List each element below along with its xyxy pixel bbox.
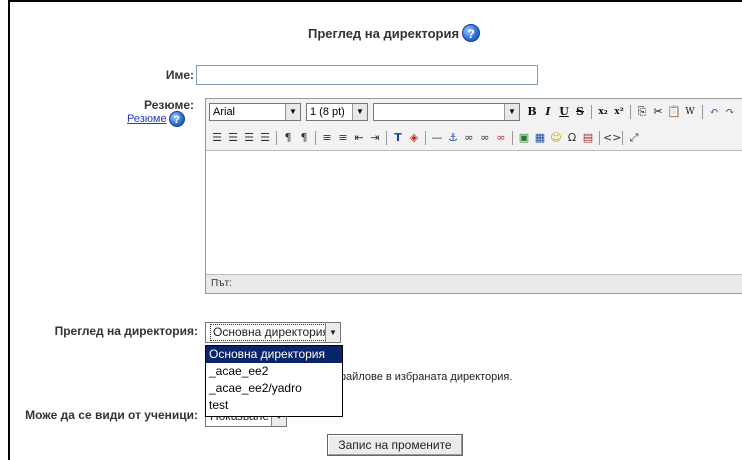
editor-content-area[interactable] xyxy=(206,152,742,272)
image-icon[interactable]: ▣ xyxy=(516,129,532,147)
help-icon[interactable]: ? xyxy=(462,24,481,42)
dropdown-option[interactable]: test xyxy=(206,397,342,414)
page-title-text: Преглед на директория xyxy=(308,25,460,41)
directory-hint: файлове в избраната директория. xyxy=(337,371,513,383)
strikethrough-icon[interactable]: S xyxy=(572,103,588,121)
indent-icon[interactable]: ⇥ xyxy=(367,129,383,147)
chevron-down-icon: ▼ xyxy=(504,104,519,120)
editor-toolbar-row2: ☰ ☰ ☰ ☰ ¶ ¶ ≡ ≡ ⇤ ⇥ T ◈ — ⚓ ∞ ∞ ∞ ▣ ▦ ☺ … xyxy=(206,125,742,151)
directory-dropdown-list: Основна директория _acae_ee2 _acae_ee2/y… xyxy=(205,345,343,417)
visible-label: Може да се види от ученици: xyxy=(25,408,198,422)
dropdown-option[interactable]: _acae_ee2 xyxy=(206,363,342,380)
help-icon[interactable]: ? xyxy=(168,111,185,127)
redo-icon[interactable]: ↷ xyxy=(722,103,738,121)
undo-icon[interactable]: ↶ xyxy=(706,103,722,121)
name-label: Име: xyxy=(165,68,194,82)
anchor-icon[interactable]: ⚓ xyxy=(445,129,461,147)
summary-label: Резюме: xyxy=(144,98,194,112)
bold-icon[interactable]: B xyxy=(524,103,540,121)
font-family-select[interactable]: Arial ▼ xyxy=(209,103,301,121)
table-icon[interactable]: ▦ xyxy=(532,129,548,147)
directory-select[interactable]: Основна директория ▼ xyxy=(205,322,341,343)
font-size-select[interactable]: 1 (8 pt) ▼ xyxy=(306,103,368,121)
format-select[interactable]: ▼ xyxy=(373,103,520,121)
rtl-icon[interactable]: ¶ xyxy=(296,129,312,147)
editor-path-bar: Път: xyxy=(206,274,742,293)
form-frame: Преглед на директория ? Име: Резюме: Рез… xyxy=(8,0,742,460)
page-title: Преглед на директория ? xyxy=(308,24,481,42)
fullscreen-icon[interactable]: ⤢ xyxy=(626,129,642,147)
paste-word-icon[interactable]: W xyxy=(682,103,698,121)
italic-icon[interactable]: I xyxy=(540,103,556,121)
underline-icon[interactable]: U xyxy=(556,103,572,121)
superscript-icon[interactable]: x² xyxy=(611,103,627,121)
unordered-list-icon[interactable]: ≡ xyxy=(335,129,351,147)
dropdown-option[interactable]: Основна директория xyxy=(206,346,342,363)
smiley-icon[interactable]: ☺ xyxy=(548,129,564,147)
insert-file-icon[interactable]: ▤ xyxy=(580,129,596,147)
ltr-icon[interactable]: ¶ xyxy=(280,129,296,147)
link-icon[interactable]: ∞ xyxy=(461,129,477,147)
chevron-down-icon: ▼ xyxy=(285,104,300,120)
align-left-icon[interactable]: ☰ xyxy=(209,129,225,147)
copy-icon[interactable]: ⎘ xyxy=(634,103,650,121)
rich-text-editor: Arial ▼ 1 (8 pt) ▼ ▼ B I U S x₂ x² ⎘ ✂ 📋 W… xyxy=(205,98,742,294)
outdent-icon[interactable]: ⇤ xyxy=(351,129,367,147)
name-input[interactable] xyxy=(196,65,538,85)
html-source-icon[interactable]: <> xyxy=(603,129,621,147)
nolink-icon[interactable]: ∞ xyxy=(493,129,509,147)
align-right-icon[interactable]: ☰ xyxy=(241,129,257,147)
cut-icon[interactable]: ✂ xyxy=(650,103,666,121)
justify-icon[interactable]: ☰ xyxy=(257,129,273,147)
ordered-list-icon[interactable]: ≡ xyxy=(319,129,335,147)
directory-select-value: Основна директория xyxy=(210,324,332,341)
directory-label: Преглед на директория: xyxy=(54,324,198,338)
summary-help[interactable]: Резюме ? xyxy=(127,111,185,127)
editor-toolbar-row1: Arial ▼ 1 (8 pt) ▼ ▼ B I U S x₂ x² ⎘ ✂ 📋 W… xyxy=(206,99,742,125)
unlink-icon[interactable]: ∞ xyxy=(477,129,493,147)
summary-help-link[interactable]: Резюме xyxy=(127,113,167,125)
dropdown-option[interactable]: _acae_ee2/yadro xyxy=(206,380,342,397)
subscript-icon[interactable]: x₂ xyxy=(595,103,611,121)
chevron-down-icon: ▼ xyxy=(352,104,367,120)
chevron-down-icon[interactable]: ▼ xyxy=(325,323,340,342)
horizontal-rule-icon[interactable]: — xyxy=(429,129,445,147)
paste-icon[interactable]: 📋 xyxy=(666,103,682,121)
align-center-icon[interactable]: ☰ xyxy=(225,129,241,147)
bg-color-icon[interactable]: ◈ xyxy=(406,129,422,147)
special-char-icon[interactable]: Ω xyxy=(564,129,580,147)
text-color-icon[interactable]: T xyxy=(390,129,406,147)
save-changes-button[interactable]: Запис на промените xyxy=(327,434,463,456)
